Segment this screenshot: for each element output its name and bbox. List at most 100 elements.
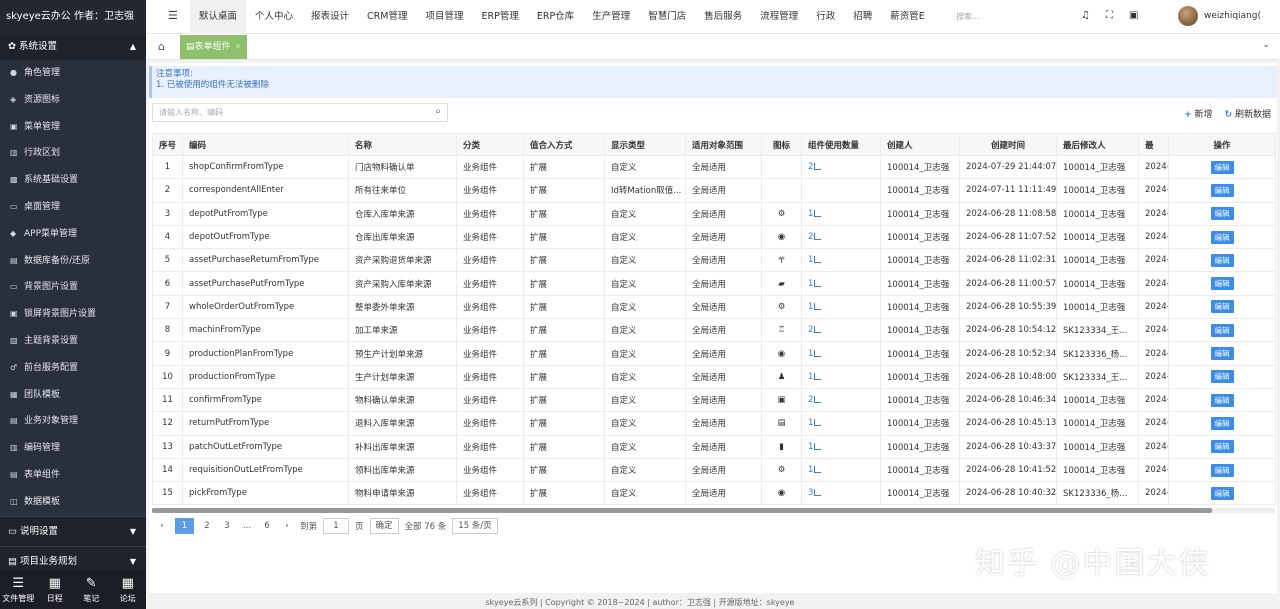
table-row[interactable]: 6 assetPurchasePutFromType 资产采购入库单来源 业务组件 扩展…	[152, 271, 1276, 296]
usage-count-link[interactable]: 1	[808, 442, 822, 452]
goto-page-input[interactable]: 1	[323, 518, 350, 534]
top-menu-item[interactable]: 生产管理	[583, 0, 639, 34]
top-menu-item[interactable]: 默认桌面	[190, 0, 247, 34]
edit-button[interactable]: 编辑	[1210, 230, 1234, 244]
sidebar-item[interactable]: ▣ 菜单管理	[0, 114, 146, 141]
top-menu-item[interactable]: 招聘	[844, 0, 881, 34]
edit-button[interactable]: 编辑	[1210, 253, 1234, 267]
usage-count-link[interactable]: 1	[808, 255, 822, 265]
home-icon[interactable]: ⌂	[158, 40, 165, 53]
table-row[interactable]: 1 shopConfirmFromType 门店物料确认单 业务组件 扩展 自定义 全局适用…	[152, 154, 1276, 180]
usage-count-link[interactable]: 1	[808, 418, 822, 428]
top-menu-item[interactable]: 报表设计	[302, 0, 358, 34]
sidebar-item[interactable]: ▤ 表单组件	[0, 462, 146, 489]
table-row[interactable]: 9 productionPlanFromType 预生产计划单来源 业务组件 扩展 自定义…	[152, 341, 1276, 366]
sidebar-item[interactable]: ▨ 主题背景设置	[0, 328, 146, 355]
top-menu-item[interactable]: 流程管理	[751, 0, 807, 34]
edit-button[interactable]: 编辑	[1210, 323, 1234, 337]
top-menu-item[interactable]: ERP仓库	[528, 0, 583, 34]
bell-icon[interactable]: ♫	[1081, 10, 1090, 21]
fullscreen-icon[interactable]: ⛶	[1106, 10, 1113, 21]
top-search-input[interactable]: 搜索...	[956, 11, 980, 22]
top-menu-item[interactable]: 项目管理	[416, 0, 472, 34]
tab-form-component[interactable]: ▤表单组件 ✕	[180, 35, 248, 59]
table-row[interactable]: 7 wholeOrderOutFromType 整单委外单来源 业务组件 扩展 自定义 全局…	[152, 294, 1276, 320]
lock-icon[interactable]: ▣	[1129, 10, 1138, 21]
sidebar-item[interactable]: ◈ 资源图标	[0, 87, 146, 114]
usage-count-link[interactable]: 2	[808, 162, 822, 172]
top-menu-item[interactable]: ERP管理	[473, 0, 528, 34]
top-menu-item[interactable]: 行政	[807, 0, 844, 34]
hamburger-icon[interactable]: ☰	[168, 9, 178, 22]
sidebar-item[interactable]: ▤ 业务对象管理	[0, 408, 146, 435]
table-row[interactable]: 12 returnPutFromType 退料入库单来源 业务组件 扩展 自定义 全局适用 ▤…	[152, 411, 1276, 436]
edit-button[interactable]: 编辑	[1210, 183, 1234, 197]
table-row[interactable]: 3 depotPutFromType 仓库入库单来源 业务组件 扩展 自定义 全局适用 ⚙ 1 1…	[152, 201, 1276, 226]
edit-button[interactable]: 编辑	[1210, 277, 1234, 291]
sidebar-item[interactable]: ▤ 数据库备份/还原	[0, 248, 146, 275]
sidebar-item[interactable]: ▥ 行政区划	[0, 140, 146, 167]
search-input[interactable]: 请输入名称、编码 ⌕	[152, 103, 448, 122]
usage-count-link[interactable]: 1	[808, 279, 822, 289]
search-icon[interactable]: ⌕	[435, 106, 441, 117]
sidebar-item[interactable]: ♂ 前台服务配置	[0, 355, 146, 382]
page-number[interactable]: 1	[175, 518, 194, 534]
sidebar-item[interactable]: ▭ 背景图片设置	[0, 274, 146, 301]
usage-count-link[interactable]: 1	[808, 372, 822, 382]
edit-button[interactable]: 编辑	[1210, 207, 1234, 221]
top-menu-item[interactable]: 售后服务	[695, 0, 751, 34]
table-row[interactable]: 4 depotOutFromType 仓库出库单来源 业务组件 扩展 自定义 全局适用 ◉ 2 1…	[152, 224, 1276, 250]
table-row[interactable]: 10 productionFromType 生产计划单来源 业务组件 扩展 自定义 全局适用…	[152, 364, 1276, 389]
table-row[interactable]: 5 assetPurchaseReturnFromType 资产采购退货单来源 业务组…	[152, 248, 1276, 273]
sidebar-item[interactable]: ▭ 桌面管理	[0, 194, 146, 221]
edit-button[interactable]: 编辑	[1210, 416, 1234, 430]
page-number[interactable]: 2	[200, 518, 214, 534]
page-number[interactable]: 3	[220, 518, 234, 534]
sidebar-item[interactable]: ▦ 团队模板	[0, 382, 146, 409]
sidebar-item[interactable]: ▥ 编码管理	[0, 435, 146, 462]
top-menu-item[interactable]: CRM管理	[358, 0, 416, 34]
usage-count-link[interactable]: 1	[808, 209, 822, 219]
table-row[interactable]: 2 correspondentAllEnter 所有往来单位 业务组件 扩展 Id转Mat…	[152, 178, 1276, 203]
sidebar-item[interactable]: ▣ 锁屏背景图片设置	[0, 301, 146, 328]
refresh-button[interactable]: ↻ 刷新数据	[1225, 107, 1271, 120]
close-icon[interactable]: ✕	[235, 42, 242, 51]
horizontal-scrollbar[interactable]	[152, 508, 1275, 513]
table-row[interactable]: 14 requisitionOutLetFromType 领料出库单来源 业务组件 扩展…	[152, 457, 1276, 483]
goto-confirm-button[interactable]: 确定	[369, 518, 399, 534]
usage-count-link[interactable]: 3	[808, 488, 822, 498]
chevron-down-icon[interactable]: ⌄	[1262, 40, 1270, 50]
page-number[interactable]: 6	[260, 518, 274, 534]
add-button[interactable]: + 新增	[1184, 107, 1212, 120]
table-row[interactable]: 11 confirmFromType 物料确认单来源 业务组件 扩展 自定义 全局适用 ▣ 2 1…	[152, 387, 1276, 413]
table-row[interactable]: 13 patchOutLetFromType 补料出库单来源 业务组件 扩展 自定义 全局适…	[152, 434, 1276, 459]
sidebar-item[interactable]: ● 角色管理	[0, 60, 146, 87]
edit-button[interactable]: 编辑	[1210, 463, 1234, 477]
top-menu-item[interactable]: 个人中心	[246, 0, 302, 34]
next-page-button[interactable]: ›	[280, 518, 294, 534]
edit-button[interactable]: 编辑	[1210, 393, 1234, 407]
usage-count-link[interactable]: 2	[808, 325, 822, 335]
usage-count-link[interactable]: 2	[808, 395, 822, 405]
edit-button[interactable]: 编辑	[1210, 347, 1234, 361]
table-row[interactable]: 8 machinFromType 加工单来源 业务组件 扩展 自定义 全局适用 ♖ 2 10001…	[152, 318, 1276, 343]
edit-button[interactable]: 编辑	[1210, 486, 1234, 500]
edit-button[interactable]: 编辑	[1210, 370, 1234, 384]
user-menu[interactable]: weizhiqiang(	[1178, 6, 1261, 26]
page-number[interactable]: ...	[240, 518, 254, 534]
sidebar-item[interactable]: ▩ 系统基础设置	[0, 167, 146, 194]
sidebar-item[interactable]: ◆ APP菜单管理	[0, 221, 146, 248]
sidebar-group-system-settings[interactable]: ✿ 系统设置 ▲	[0, 34, 146, 60]
usage-count-link[interactable]: 1	[808, 465, 822, 475]
top-menu-item[interactable]: 智慧门店	[639, 0, 695, 34]
sidebar-section-explain[interactable]: ▭ 说明设置 ▼	[0, 515, 146, 546]
edit-button[interactable]: 编辑	[1210, 440, 1234, 454]
prev-page-button[interactable]: ‹	[155, 518, 169, 534]
usage-count-link[interactable]: 2	[808, 232, 822, 242]
page-size-select[interactable]: 15 条/页	[452, 518, 498, 534]
usage-count-link[interactable]: 1	[808, 302, 822, 312]
top-menu-item[interactable]: 薪资管E	[881, 0, 934, 34]
sidebar-item[interactable]: ◫ 数据模板	[0, 489, 146, 516]
scrollbar-thumb[interactable]	[152, 508, 1212, 513]
usage-count-link[interactable]: 1	[808, 349, 822, 359]
